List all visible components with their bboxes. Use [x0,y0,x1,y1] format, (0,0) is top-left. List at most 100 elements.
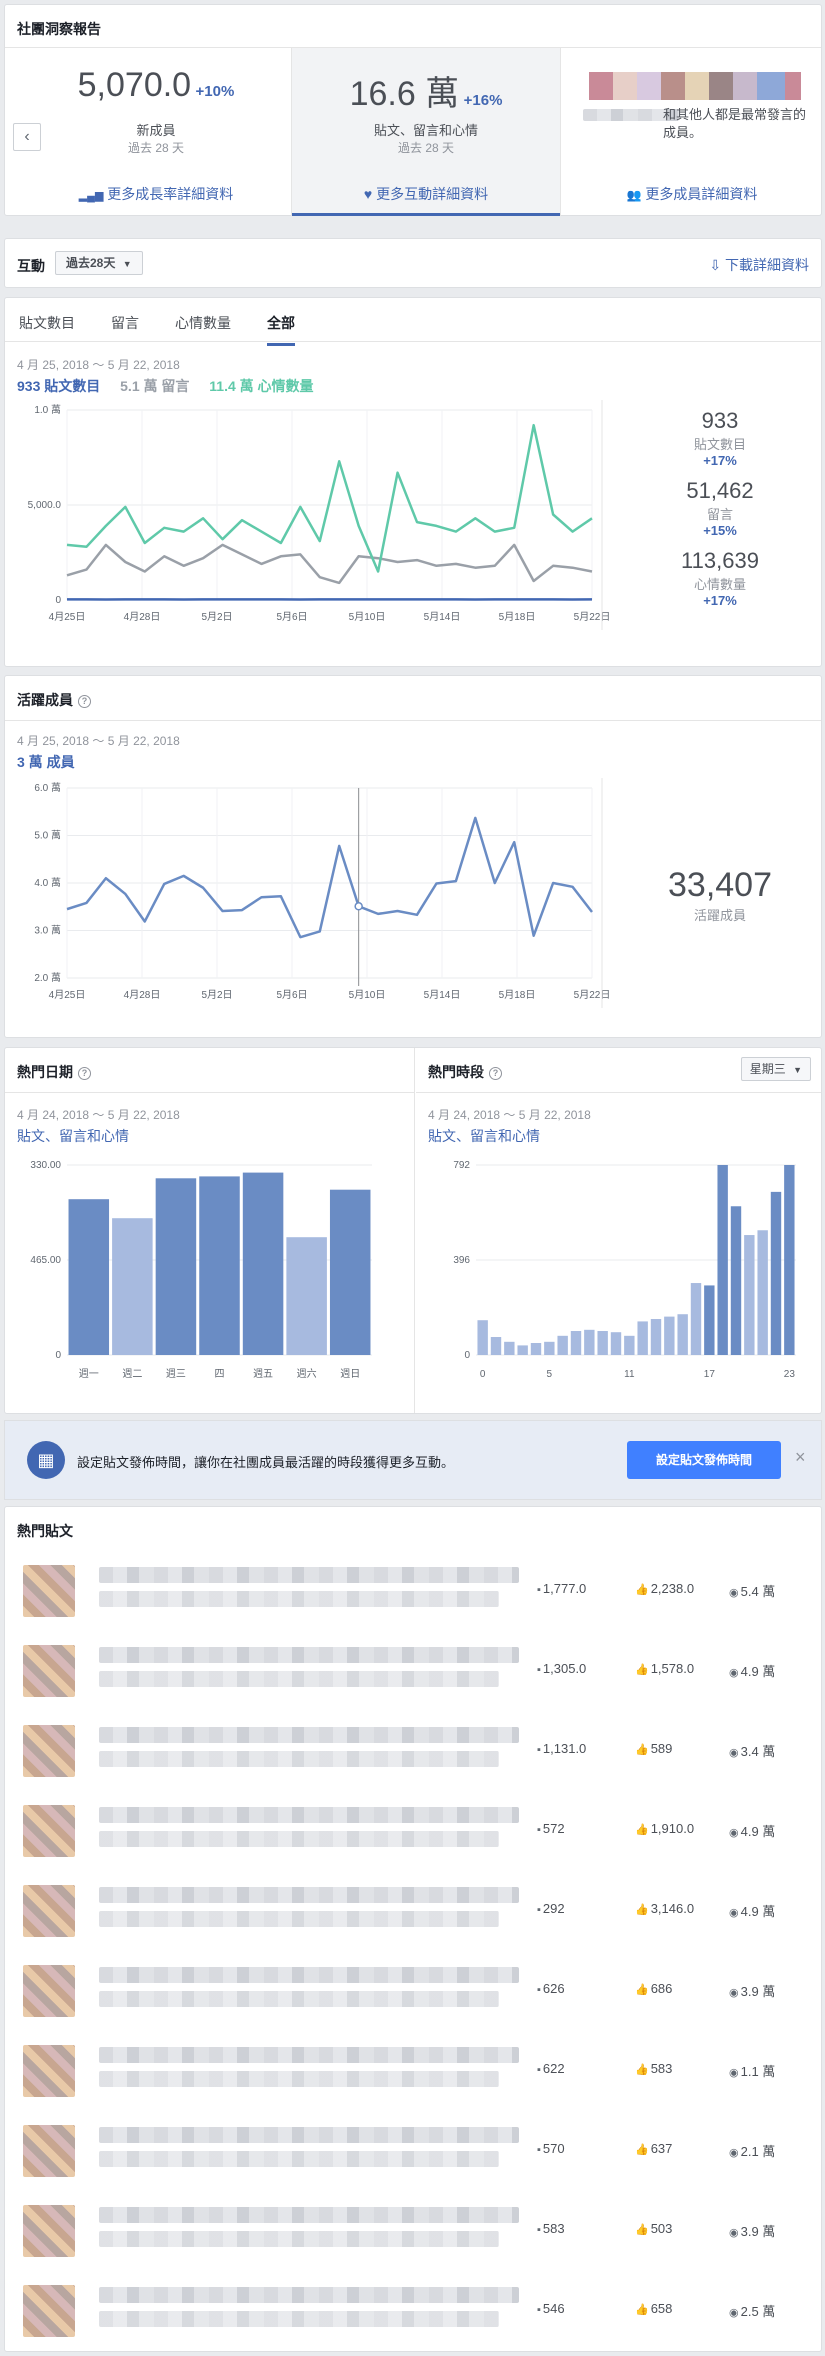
more-members-link[interactable]: 👥 更多成員詳細資料 [563,184,821,204]
close-icon[interactable]: × [795,1447,806,1468]
bar [650,1319,662,1355]
active-members-total-label: 活躍成員 [693,908,746,923]
table-row[interactable]: ▪ 626 👍 686 ◉ 3.9 萬 [17,1961,809,2021]
bar [530,1343,542,1355]
engagement-header: 互動 過去28天 ▼ ⇩ 下載詳細資料 [4,238,822,288]
table-row[interactable]: ▪ 1,305.0 👍 1,578.0 ◉ 4.9 萬 [17,1641,809,1701]
x-tick-label: 5月18日 [499,611,536,623]
insights-summary-card: 社團洞察報告 ‹ 5,070.0 +10% 新成員 過去 28 天 ▂▄▆ 更多… [4,4,822,216]
bar [757,1230,768,1355]
top-posts-card: 熱門貼文 ▪ 1,777.0 👍 2,238.0 ◉ 5.4 萬 ▪ 1,305.0 👍 1,57… [4,1506,822,2352]
y-tick-label: 3.0 萬 [34,924,61,937]
post-text-blurred [99,1591,499,1607]
y-tick-label: 4.0 萬 [34,876,61,889]
help-icon[interactable]: ? [78,1066,91,1080]
comment-icon: ▪ [537,1984,541,1996]
post-comments: ▪ 546 [537,2301,565,2316]
tab-comments[interactable]: 留言 [111,313,139,333]
day-select[interactable]: 星期三 ▼ [740,1057,811,1081]
banner-text: 設定貼文發佈時間，讓你在社團成員最活躍的時段獲得更多互動。 [77,1455,455,1470]
more-growth-link[interactable]: ▂▄▆ 更多成長率詳細資料 [21,184,291,204]
x-tick-label: 5月6日 [276,989,307,1001]
summary-engagement: 16.6 萬 +16% 貼文、留言和心情 過去 28 天 ♥ 更多互動詳細資料 [291,48,561,216]
avatar[interactable] [23,2205,75,2257]
post-likes: 👍 1,910.0 [635,1821,695,1836]
bar [744,1235,755,1355]
post-text-blurred [99,2311,499,2327]
table-row[interactable]: ▪ 1,777.0 👍 2,238.0 ◉ 5.4 萬 [17,1561,809,1621]
popular-times-date-range: 4 月 24, 2018 ～ 5 月 22, 2018 [428,1108,591,1122]
top-posts-title: 熱門貼文 [17,1523,73,1539]
x-tick-label: 週五 [253,1368,273,1380]
table-row[interactable]: ▪ 1,131.0 👍 589 ◉ 3.4 萬 [17,1721,809,1781]
tab-posts[interactable]: 貼文數目 [19,313,75,333]
avatar[interactable] [23,1885,75,1937]
bar [286,1237,327,1355]
engagement-card: 貼文數目 留言 心情數量 全部 4 月 25, 2018 ～ 5 月 22, 2… [4,297,822,667]
avatar[interactable] [23,1725,75,1777]
table-row[interactable]: ▪ 292 👍 3,146.0 ◉ 4.9 萬 [17,1881,809,1941]
post-text-blurred [99,2287,519,2303]
divider [5,1092,414,1093]
series-line [66,423,593,573]
comment-icon: ▪ [537,2064,541,2076]
bar [504,1341,515,1355]
table-row[interactable]: ▪ 572 👍 1,910.0 ◉ 4.9 萬 [17,1801,809,1861]
download-link[interactable]: ⇩ 下載詳細資料 [709,255,809,275]
total-posts-delta: +17% [703,453,737,468]
avatar[interactable] [23,1645,75,1697]
bar [584,1329,595,1355]
avatar[interactable] [23,2285,75,2337]
bar [112,1218,153,1355]
bar [784,1165,795,1355]
range-select[interactable]: 過去28天 ▼ [55,251,143,275]
legend-reactions: 11.4 萬 心情數量 [209,378,314,394]
post-likes: 👍 637 [635,2141,673,2156]
table-row[interactable]: ▪ 570 👍 637 ◉ 2.1 萬 [17,2121,809,2181]
engagement-tabs: 貼文數目 留言 心情數量 全部 [5,298,821,346]
bar [730,1206,742,1355]
table-row[interactable]: ▪ 583 👍 503 ◉ 3.9 萬 [17,2201,809,2261]
new-members-label: 新成員 [136,123,176,138]
x-tick-label: 週日 [340,1368,360,1380]
avatar[interactable] [23,2045,75,2097]
post-comments: ▪ 583 [537,2221,565,2236]
bar-chart-icon: ▂▄▆ [78,190,104,202]
x-tick-label: 0 [480,1369,486,1380]
y-tick-label: 5,000.0 [28,500,62,511]
x-tick-label: 週六 [297,1368,317,1380]
active-members-title: 活躍成員 [17,692,73,708]
post-text-blurred [99,2231,499,2247]
help-icon[interactable]: ? [78,694,91,708]
tab-all[interactable]: 全部 [267,313,295,346]
eye-icon: ◉ [729,2227,739,2239]
x-tick-label: 週三 [166,1368,186,1380]
avatar[interactable] [23,1965,75,2017]
tab-reactions[interactable]: 心情數量 [175,313,231,333]
heart-pulse-icon: ♥ [363,186,373,202]
new-members-period: 過去 28 天 [127,141,185,155]
table-row[interactable]: ▪ 622 👍 583 ◉ 1.1 萬 [17,2041,809,2101]
schedule-post-button[interactable]: 設定貼文發佈時間 [627,1441,781,1479]
y-tick-label: 792 [453,1160,470,1171]
eye-icon: ◉ [729,2147,739,2159]
x-tick-label: 四 [215,1369,225,1380]
x-tick-label: 5月6日 [276,611,307,623]
post-text-blurred [99,2207,519,2223]
active-members-total-value: 33,407 [668,866,772,904]
help-icon[interactable]: ? [489,1066,502,1080]
avatar[interactable] [23,2125,75,2177]
avatar[interactable] [23,1565,75,1617]
post-comments: ▪ 572 [537,1821,565,1836]
popular-days-date-range: 4 月 24, 2018 ～ 5 月 22, 2018 [17,1108,180,1122]
eye-icon: ◉ [729,1987,739,1999]
post-text-blurred [99,1751,499,1767]
eye-icon: ◉ [729,2067,739,2079]
more-engagement-link[interactable]: ♥ 更多互動詳細資料 [292,184,560,204]
table-row[interactable]: ▪ 546 👍 658 ◉ 2.5 萬 [17,2281,809,2341]
post-likes: 👍 658 [635,2301,673,2316]
engagement-label: 貼文、留言和心情 [373,123,478,138]
x-tick-label: 5 [547,1369,553,1380]
post-views: ◉ 3.9 萬 [729,2224,776,2239]
avatar[interactable] [23,1805,75,1857]
